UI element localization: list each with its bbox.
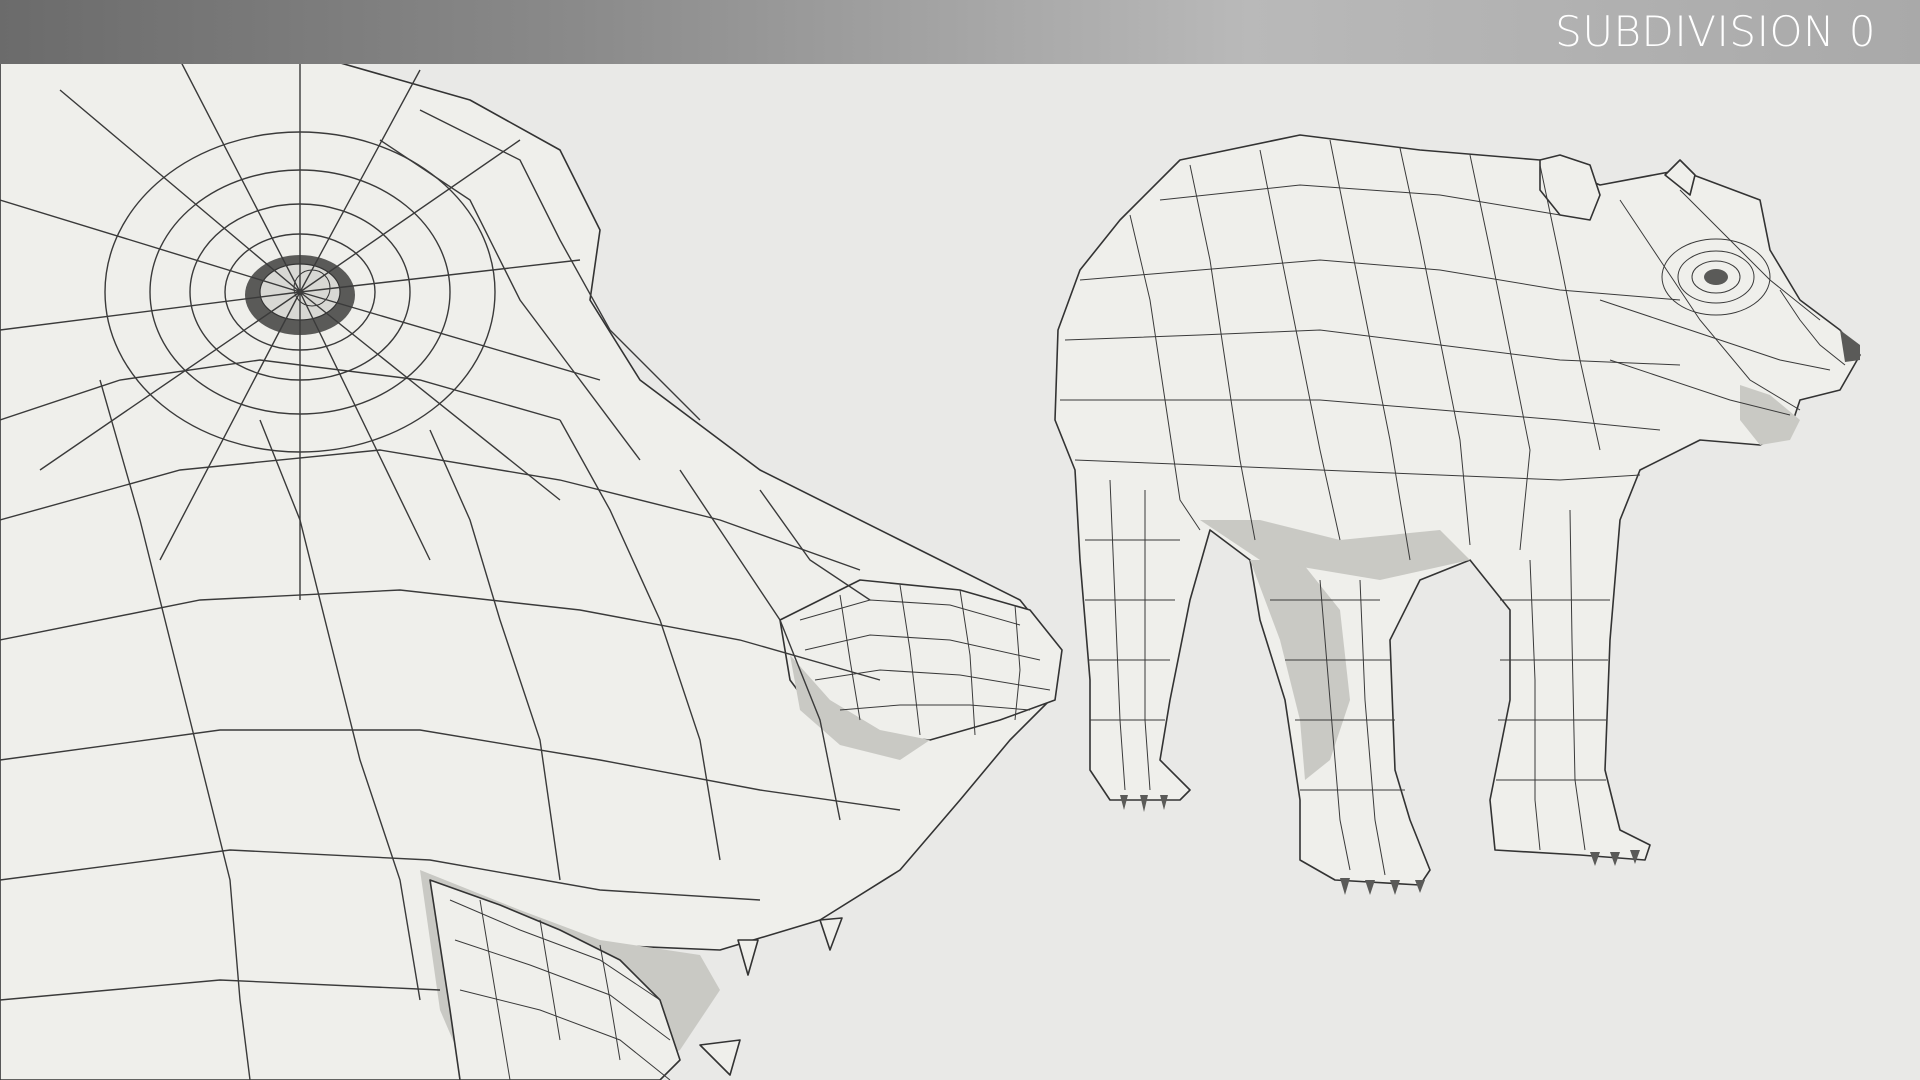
bear-body-surface [1054,134,1861,886]
subdivision-level-label: SUBDIVISION 0 [1555,7,1876,56]
bear-eye [1704,269,1728,285]
bear-full-body-wireframe [1054,134,1861,895]
header-bar: SUBDIVISION 0 [0,0,1920,64]
render-frame: SUBDIVISION 0 [0,0,1920,1080]
